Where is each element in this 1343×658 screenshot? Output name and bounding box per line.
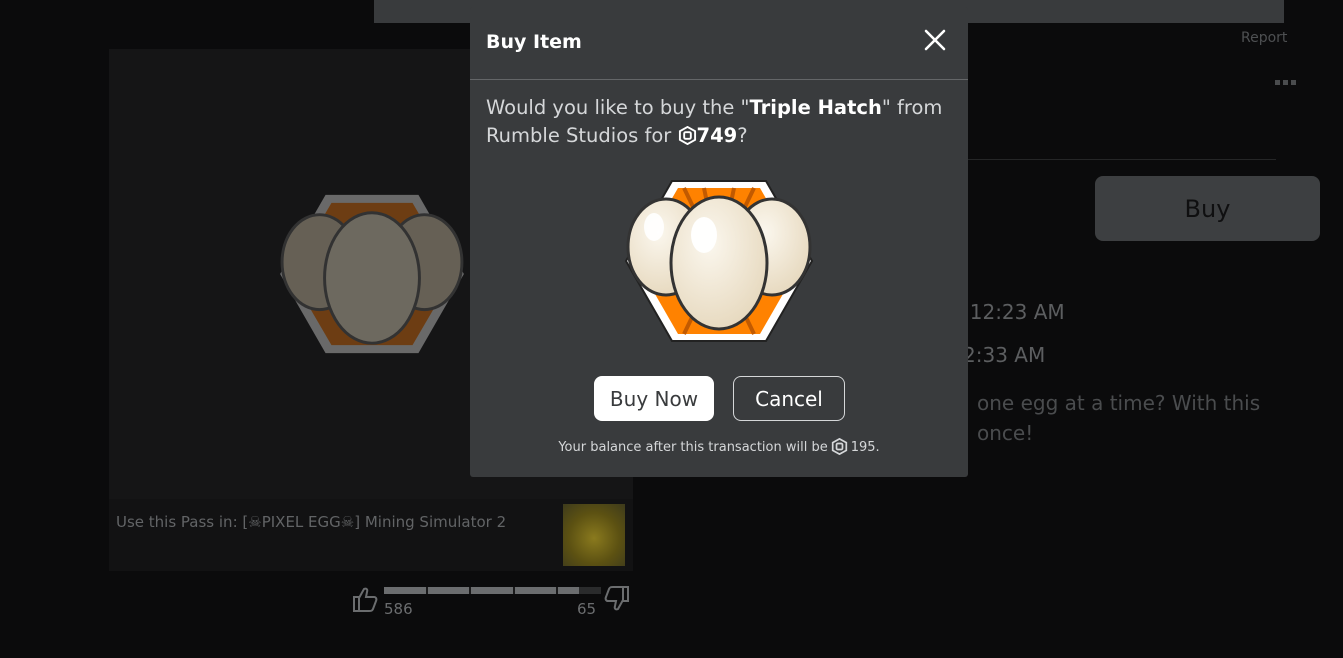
use-pass-text: Use this Pass in: [☠PIXEL EGG☠] Mining S… <box>116 513 507 531</box>
skull-icon: ☠ <box>248 513 262 531</box>
close-icon[interactable] <box>920 25 950 55</box>
buy-now-button[interactable]: Buy Now <box>594 376 714 421</box>
thumbs-down-icon[interactable] <box>602 584 632 614</box>
more-dots-icon[interactable] <box>1270 73 1300 91</box>
game-thumbnail[interactable] <box>563 504 625 566</box>
modal-title: Buy Item <box>486 31 582 53</box>
modal-header: Buy Item <box>470 7 968 80</box>
robux-icon <box>831 438 847 455</box>
cancel-button[interactable]: Cancel <box>733 376 845 421</box>
report-link[interactable]: Report <box>1241 30 1287 46</box>
balance-value: 195. <box>850 440 880 455</box>
created-date: :12:23 AM <box>963 300 1065 324</box>
skull-icon: ☠ <box>340 513 355 531</box>
triple-hatch-thumbnail <box>280 194 464 354</box>
divider <box>960 159 1276 160</box>
upvote-count: 586 <box>384 600 413 618</box>
buy-item-modal: Buy Item Would you like to buy the "Trip… <box>470 7 968 477</box>
item-name: Triple Hatch <box>749 96 882 119</box>
triple-hatch-item-image <box>624 180 814 342</box>
robux-icon <box>678 126 696 145</box>
vote-ratio-fill <box>384 587 580 594</box>
purchase-prompt: Would you like to buy the "Triple Hatch"… <box>486 96 943 147</box>
item-description: one egg at a time? With this once! <box>977 391 1261 445</box>
balance-note: Your balance after this transaction will… <box>558 438 880 455</box>
vote-ratio-bar <box>384 587 601 594</box>
downvote-count: 65 <box>577 600 597 618</box>
buy-button[interactable]: Buy <box>1095 176 1320 241</box>
use-pass-row[interactable]: Use this Pass in: [☠PIXEL EGG☠] Mining S… <box>109 499 633 571</box>
item-price: 749 <box>696 124 738 147</box>
thumbs-up-icon[interactable] <box>350 584 380 614</box>
updated-date: 2:33 AM <box>963 343 1046 367</box>
